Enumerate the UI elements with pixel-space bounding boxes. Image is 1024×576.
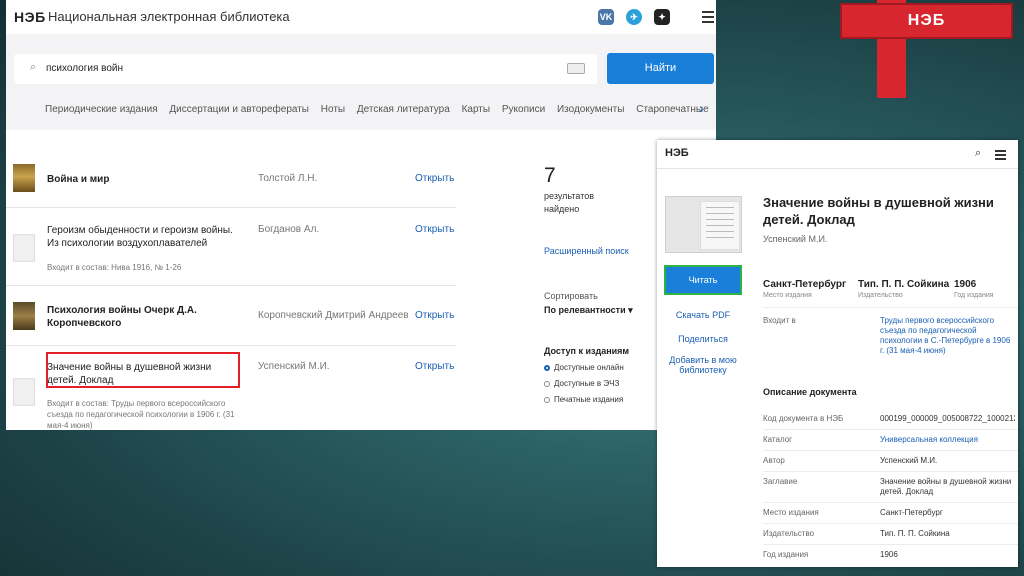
book-thumbnail[interactable] [13, 164, 35, 192]
fact-year: 1906 Год издания [954, 279, 994, 299]
detail-value: 000199_000009_005008722_100021206 [880, 414, 1015, 423]
category-manuscripts[interactable]: Рукописи [502, 104, 545, 115]
description-heading: Описание документа [763, 387, 857, 397]
open-link[interactable]: Открыть [415, 173, 454, 184]
download-pdf-link[interactable]: Скачать PDF [664, 310, 742, 320]
category-periodicals[interactable]: Периодические издания [45, 104, 158, 115]
site-name[interactable]: Национальная электронная библиотека [48, 9, 290, 24]
document-author[interactable]: Успенский М.И. [763, 234, 827, 244]
open-link[interactable]: Открыть [415, 224, 454, 235]
detail-value: Успенский М.И. [880, 456, 938, 465]
neb-badge: НЭБ [907, 12, 946, 29]
detail-label: Каталог [763, 435, 793, 444]
results-found-label: результатов найдено [544, 191, 595, 214]
included-label: Входит в [763, 316, 796, 325]
detail-label: Издательство [763, 529, 815, 538]
add-to-library-link[interactable]: Добавить в мою библиотеку [664, 355, 742, 375]
sort-select[interactable]: По релевантности ▾ [544, 305, 633, 316]
detail-value[interactable]: Универсальная коллекция [880, 435, 1015, 445]
result-author: Коропчевский Дмитрий Андреевич [258, 310, 408, 321]
vk-icon[interactable]: VK [598, 9, 614, 25]
access-label: Доступ к изданиям [544, 346, 630, 356]
search-section: ⌕ психология войн Найти Периодические из… [6, 34, 716, 130]
read-button[interactable]: Читать [664, 265, 742, 295]
result-row: Психология войны Очерк Д.А. Коропчевског… [6, 286, 456, 346]
search-icon[interactable]: ⌕ [975, 147, 981, 160]
menu-icon[interactable] [995, 150, 1006, 162]
search-query: психология войн [46, 63, 124, 74]
category-notes[interactable]: Ноты [321, 104, 345, 115]
chevron-down-icon: ▾ [628, 305, 633, 315]
detail-label: Место издания [763, 508, 819, 517]
results-count: 7 [544, 164, 556, 187]
search-button[interactable]: Найти [607, 53, 714, 84]
open-link[interactable]: Открыть [415, 361, 454, 372]
detail-label: Заглавие [763, 477, 798, 486]
result-author: Богданов Ал. [258, 224, 320, 235]
category-dissertations[interactable]: Диссертации и авторефераты [169, 104, 309, 115]
detail-value: Санкт-Петербург [880, 508, 943, 517]
category-nav: Периодические издания Диссертации и авто… [45, 104, 716, 115]
result-row: Война и мир Толстой Л.Н. Открыть [6, 150, 456, 208]
site-logo[interactable]: НЭБ [14, 9, 46, 25]
included-value[interactable]: Труды первого всероссийского съезда по п… [880, 316, 1015, 356]
header-divider [657, 168, 1018, 169]
result-author: Успенский М.И. [258, 361, 330, 372]
detail-label: Код документа в НЭБ [763, 414, 844, 423]
search-results-screenshot: НЭБ Национальная электронная библиотека … [6, 0, 716, 430]
category-children[interactable]: Детская литература [357, 104, 450, 115]
detail-label: Автор [763, 456, 785, 465]
detail-value: Значение войны в душевной жизни детей. Д… [880, 477, 1012, 496]
document-details-screenshot: НЭБ ⌕ Читать Скачать PDF Поделиться Доба… [657, 140, 1018, 567]
access-option-print[interactable]: Печатные издания [544, 395, 623, 404]
document-thumbnail[interactable] [13, 234, 35, 262]
document-thumbnail[interactable] [13, 378, 35, 406]
highlight-box [46, 352, 240, 388]
category-images[interactable]: Изодокументы [557, 104, 625, 115]
open-link[interactable]: Открыть [415, 310, 454, 321]
zen-icon[interactable]: ✦ [654, 9, 670, 25]
chevron-right-icon[interactable]: › [699, 100, 704, 116]
result-title[interactable]: Война и мир [47, 173, 109, 186]
sort-label: Сортировать [544, 291, 598, 301]
book-thumbnail[interactable] [13, 302, 35, 330]
document-title: Значение войны в душевной жизни детей. Д… [763, 195, 994, 227]
site-header: НЭБ Национальная электронная библиотека … [6, 0, 716, 34]
telegram-icon[interactable]: ✈ [626, 9, 642, 25]
document-cover[interactable] [665, 196, 742, 253]
fact-place: Санкт-Петербург Место издания [763, 279, 847, 299]
access-option-online[interactable]: Доступные онлайн [544, 363, 624, 372]
category-early-printed[interactable]: Старопечатные [636, 104, 708, 115]
detail-label: Год издания [763, 550, 809, 559]
search-input[interactable]: ⌕ психология войн [14, 54, 597, 84]
menu-icon[interactable] [702, 11, 714, 26]
share-link[interactable]: Поделиться [664, 334, 742, 344]
detail-value: Тип. П. П. Сойкина [880, 529, 950, 538]
result-author: Толстой Л.Н. [258, 173, 318, 184]
category-maps[interactable]: Карты [462, 104, 491, 115]
site-logo[interactable]: НЭБ [665, 147, 689, 159]
result-source: Входит в состав: Нива 1916, № 1-26 [47, 263, 182, 272]
access-option-ezz[interactable]: Доступные в ЭЧЗ [544, 379, 619, 388]
result-title[interactable]: Психология войны Очерк Д.А. Коропчевског… [47, 304, 207, 330]
detail-value: 1906 [880, 550, 898, 559]
result-title[interactable]: Героизм обыденности и героизм войны. Из … [47, 224, 247, 250]
search-icon: ⌕ [30, 61, 37, 73]
advanced-search-link[interactable]: Расширенный поиск [544, 246, 629, 256]
fact-publisher: Тип. П. П. Сойкина Издательство [858, 279, 950, 299]
result-source: Входит в состав: Труды первого всероссий… [47, 399, 235, 430]
keyboard-icon[interactable] [567, 63, 585, 74]
result-row: Героизм обыденности и героизм войны. Из … [6, 208, 456, 286]
